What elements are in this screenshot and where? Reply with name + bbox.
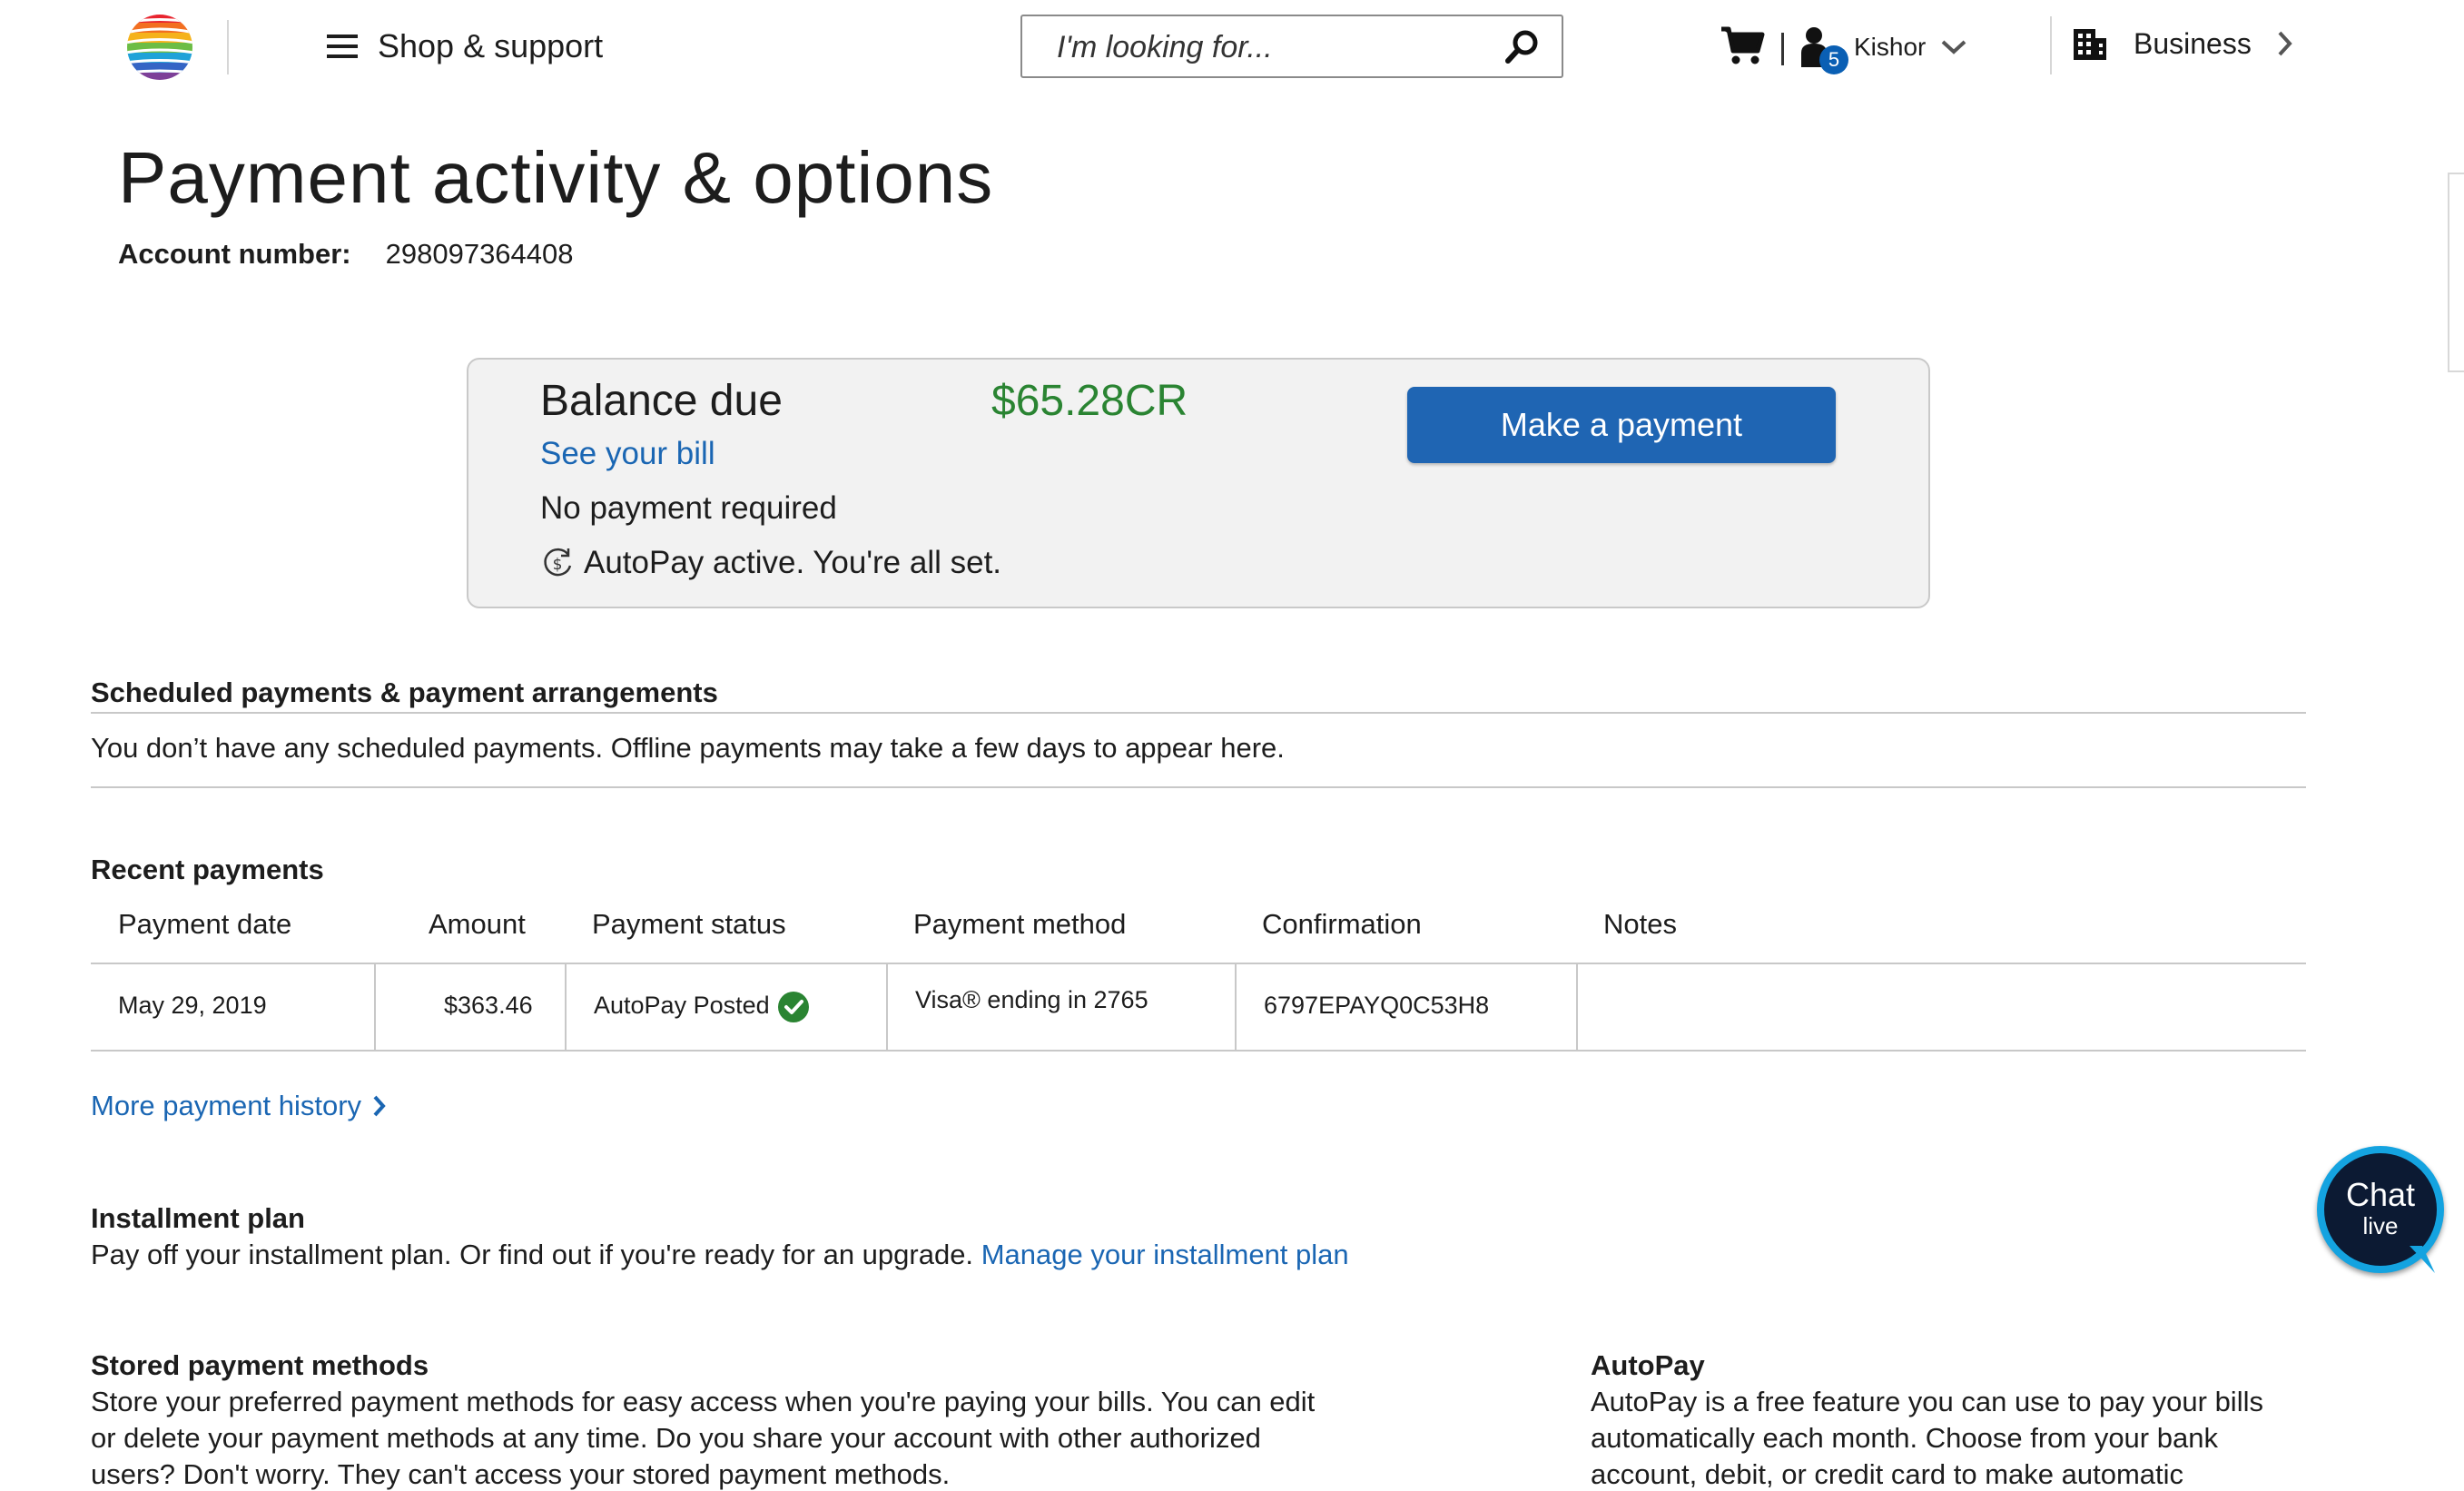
col-payment-status: Payment status — [592, 908, 786, 940]
business-divider — [2050, 16, 2052, 74]
chevron-right-icon — [373, 1095, 386, 1117]
autopay-heading: AutoPay — [1591, 1349, 1705, 1381]
col-amount: Amount — [429, 908, 526, 940]
business-label: Business — [2134, 26, 2252, 60]
notification-badge: 5 — [1819, 45, 1848, 74]
search-icon[interactable] — [1505, 29, 1540, 64]
cell-divider — [1576, 964, 1578, 1052]
balance-amount: $65.28CR — [991, 377, 1188, 425]
scheduled-heading: Scheduled payments & payment arrangement… — [91, 676, 718, 708]
more-payment-history-link[interactable]: More payment history — [91, 1090, 387, 1122]
header-divider — [227, 20, 229, 74]
autopay-line-3: account, debit, or credit card to make a… — [1591, 1458, 2184, 1490]
col-confirmation: Confirmation — [1262, 908, 1422, 940]
stored-methods-heading: Stored payment methods — [91, 1349, 429, 1381]
cell-divider — [565, 964, 567, 1052]
cart-button[interactable] — [1720, 25, 1765, 70]
cell-payment-date: May 29, 2019 — [118, 992, 267, 1019]
shop-support-menu[interactable]: Shop & support — [327, 27, 603, 65]
chat-sublabel: live — [2362, 1212, 2399, 1239]
search-input[interactable] — [1022, 16, 1531, 78]
stored-methods-line-1: Store your preferred payment methods for… — [91, 1386, 1316, 1417]
scheduled-divider-top — [91, 712, 2306, 714]
menu-label: Shop & support — [378, 27, 604, 64]
balance-due-label: Balance due — [540, 377, 783, 425]
account-number-value: 298097364408 — [385, 238, 574, 270]
cart-divider — [1781, 33, 1784, 65]
installment-text: Pay off your installment plan. Or find o… — [91, 1239, 974, 1270]
svg-text:$: $ — [553, 556, 563, 574]
hamburger-icon — [327, 35, 358, 58]
autopay-line-2: automatically each month. Choose from yo… — [1591, 1422, 2218, 1454]
account-number-label: Account number: — [118, 238, 351, 270]
scheduled-divider-bottom — [91, 786, 2306, 788]
search-box[interactable] — [1020, 15, 1563, 78]
cell-divider — [374, 964, 376, 1052]
user-name: Kishor — [1854, 33, 1927, 61]
col-payment-method: Payment method — [913, 908, 1127, 940]
cell-payment-method: Visa® ending in 2765 — [915, 986, 1148, 1013]
col-notes: Notes — [1603, 908, 1677, 940]
autopay-dollar-icon: $ — [544, 548, 572, 577]
side-panel-edge — [2448, 173, 2464, 372]
account-menu[interactable]: 5 Kishor — [1798, 25, 1967, 74]
chat-bubble-tail-icon — [2410, 1246, 2435, 1273]
payment-status-text: AutoPay Posted — [594, 992, 770, 1020]
installment-heading: Installment plan — [91, 1202, 305, 1234]
business-link[interactable]: Business — [2072, 25, 2293, 62]
chevron-right-icon — [2278, 31, 2292, 56]
scheduled-message: You don’t have any scheduled payments. O… — [91, 732, 1285, 764]
cell-divider — [886, 964, 888, 1052]
table-row-divider — [91, 1050, 2306, 1052]
table-header-divider — [91, 963, 2306, 964]
see-bill-link[interactable]: See your bill — [540, 436, 715, 472]
no-payment-text: No payment required — [540, 490, 837, 526]
make-payment-button[interactable]: Make a payment — [1407, 387, 1836, 463]
cart-icon — [1721, 26, 1765, 64]
autopay-line-1: AutoPay is a free feature you can use to… — [1591, 1386, 2263, 1417]
cell-payment-status: AutoPay Posted — [594, 992, 810, 1022]
cell-confirmation: 6797EPAYQ0C53H8 — [1264, 992, 1490, 1019]
page-title: Payment activity & options — [118, 137, 994, 218]
installment-text-row: Pay off your installment plan. Or find o… — [91, 1239, 1349, 1271]
account-number-row: Account number: 298097364408 — [118, 238, 574, 271]
cell-divider — [1235, 964, 1237, 1052]
chevron-down-icon — [1942, 40, 1966, 54]
cell-amount: $363.46 — [444, 992, 533, 1019]
col-payment-date: Payment date — [118, 908, 292, 940]
chat-label: Chat — [2345, 1176, 2416, 1213]
recent-payments-heading: Recent payments — [91, 854, 324, 885]
building-icon — [2074, 29, 2106, 60]
autopay-status: $ AutoPay active. You're all set. — [540, 545, 1001, 581]
stored-methods-line-3: users? Don't worry. They can't access yo… — [91, 1458, 951, 1490]
check-circle-icon — [778, 992, 810, 1022]
manage-installment-link[interactable]: Manage your installment plan — [981, 1239, 1349, 1270]
more-history-label: More payment history — [91, 1090, 362, 1121]
autopay-status-text: AutoPay active. You're all set. — [584, 545, 1002, 580]
brand-logo[interactable] — [125, 13, 194, 82]
stored-methods-line-2: or delete your payment methods at any ti… — [91, 1422, 1261, 1454]
